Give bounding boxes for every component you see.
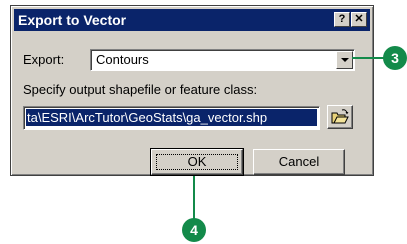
cancel-button-label: Cancel [278, 154, 320, 169]
export-to-vector-dialog: Export to Vector ? ✕ Export: Contours Sp… [10, 5, 374, 176]
dropdown-arrow-icon[interactable] [336, 51, 353, 69]
close-button[interactable]: ✕ [351, 12, 367, 27]
callout-4-leader [193, 176, 195, 220]
focus-rectangle [156, 154, 238, 170]
dialog-title: Export to Vector [18, 12, 127, 28]
output-path-value: ta\ESRI\ArcTutor\GeoStats\ga_vector.shp [26, 109, 317, 126]
browse-folder-button[interactable] [327, 105, 353, 129]
callout-4-badge: 4 [182, 218, 206, 242]
title-bar: Export to Vector ? ✕ [14, 9, 370, 31]
specify-output-label: Specify output shapefile or feature clas… [23, 82, 258, 97]
cancel-button[interactable]: Cancel [253, 149, 345, 175]
open-folder-icon [331, 109, 349, 124]
export-dropdown-value: Contours [96, 52, 149, 67]
output-path-input[interactable]: ta\ESRI\ArcTutor\GeoStats\ga_vector.shp [23, 106, 320, 130]
callout-3-leader [352, 57, 385, 59]
help-button[interactable]: ? [334, 12, 350, 27]
export-label: Export: [23, 52, 65, 67]
callout-3-badge: 3 [383, 46, 407, 70]
ok-button[interactable]: OK [150, 148, 244, 176]
export-dropdown[interactable]: Contours [90, 49, 355, 71]
